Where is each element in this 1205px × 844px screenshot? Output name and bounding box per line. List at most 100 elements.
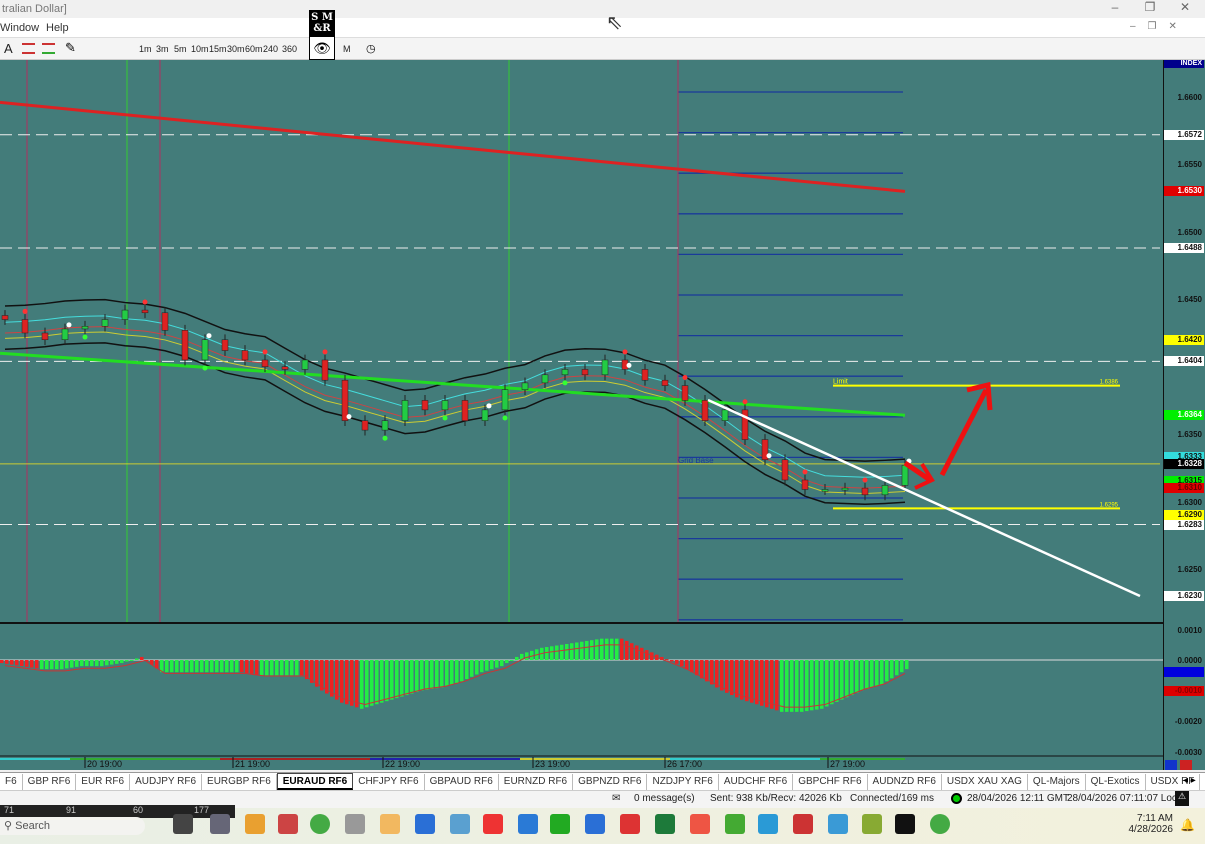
restore-button[interactable]: ❐ (1140, 0, 1160, 18)
grid-toggle-icon[interactable] (1165, 760, 1177, 770)
pen-tool-icon[interactable]: ✎ (65, 40, 76, 56)
chrome-icon-2[interactable] (930, 814, 950, 834)
archive-icon[interactable] (793, 814, 813, 834)
symbol-tab[interactable]: F6 (0, 774, 23, 790)
histogram-bar (35, 660, 39, 669)
text-tool-icon[interactable]: A (4, 41, 13, 56)
telegram-icon[interactable] (758, 814, 778, 834)
symbol-tab[interactable]: USDX XAU XAG (942, 774, 1028, 790)
grid-base-label: Grid Base (678, 456, 714, 465)
candle-body (301, 359, 309, 370)
symbol-tab[interactable]: GBPNZD RF6 (573, 774, 648, 790)
symbol-tab[interactable]: NZDJPY RF6 (647, 774, 719, 790)
signal-dot (622, 349, 628, 355)
clock[interactable]: 7:11 AM 4/28/2026 (1125, 813, 1174, 835)
notification-bell-icon[interactable]: 🔔 (1180, 818, 1195, 832)
histogram-bar (695, 660, 699, 676)
gmt-time: 28/04/2026 12:11 GMT (967, 793, 1070, 804)
symbol-tab[interactable]: Bitcoin (1200, 774, 1205, 790)
histogram-bar (785, 660, 789, 712)
tf-30m[interactable]: 30m (227, 44, 245, 54)
tab-scroll-arrows[interactable]: ◂ ▸ (1183, 775, 1196, 786)
window-title: tralian Dollar] (2, 3, 67, 15)
histogram-bar (340, 660, 344, 703)
price-tick-label: 1.6450 (1177, 295, 1202, 305)
symbol-tab[interactable]: GBPAUD RF6 (425, 774, 499, 790)
symbol-tab[interactable]: QL-Majors (1028, 774, 1086, 790)
notepad-icon[interactable] (415, 814, 435, 834)
tf-15m[interactable]: 15m (209, 44, 227, 54)
histogram-bar (470, 660, 474, 677)
clock-icon[interactable]: ◷ (366, 42, 376, 55)
w-app-icon[interactable] (862, 814, 882, 834)
fib-tool-icon[interactable] (22, 43, 35, 54)
task-view-icon[interactable] (173, 814, 193, 834)
close-button[interactable]: ✕ (1175, 0, 1195, 18)
symbol-tab[interactable]: CHFJPY RF6 (353, 774, 425, 790)
histogram-bar (75, 660, 79, 667)
histogram-bar (355, 660, 359, 708)
symbol-tab[interactable]: GBPCHF RF6 (793, 774, 868, 790)
tf-240[interactable]: 240 (263, 44, 278, 54)
tf-3m[interactable]: 3m (156, 44, 169, 54)
symbol-tab[interactable]: EUR RF6 (76, 774, 131, 790)
web-app-icon[interactable] (828, 814, 848, 834)
candle-body (541, 374, 549, 384)
histogram-bar (745, 660, 749, 702)
price-tick-label: 1.6350 (1177, 430, 1202, 440)
mdi-controls[interactable]: –❐✕ (1130, 21, 1189, 32)
histogram-bar (435, 660, 439, 689)
minimize-button[interactable]: – (1105, 0, 1125, 18)
symbol-tab[interactable]: GBP RF6 (23, 774, 77, 790)
pdf-icon[interactable] (620, 814, 640, 834)
menu-window[interactable]: Window (0, 22, 39, 34)
c-app-green-icon[interactable] (725, 814, 745, 834)
menu-help[interactable]: Help (46, 22, 69, 34)
tf-360[interactable]: 360 (282, 44, 297, 54)
mail-app-icon[interactable] (380, 814, 400, 834)
symbol-tab[interactable]: AUDCHF RF6 (719, 774, 794, 790)
tf-1m[interactable]: 1m (139, 44, 152, 54)
c-app-red-icon[interactable] (690, 814, 710, 834)
histogram-bar (600, 638, 604, 660)
time-label: 27 19:00 (830, 759, 865, 769)
chart-app-icon[interactable] (550, 814, 570, 834)
search-box[interactable]: ⚲ Search (0, 817, 145, 835)
histogram-bar (800, 660, 804, 712)
candle-body (161, 312, 169, 331)
excel-icon[interactable] (655, 814, 675, 834)
symbol-tab[interactable]: QL-Exotics (1086, 774, 1146, 790)
tf-monthly[interactable]: M (343, 44, 351, 54)
chrome-icon[interactable] (310, 814, 330, 834)
s-app-blue-icon[interactable] (518, 814, 538, 834)
tf-5m[interactable]: 5m (174, 44, 187, 54)
limit-label: Limit (833, 379, 848, 386)
remote-desktop-icon[interactable] (450, 814, 470, 834)
symbol-tab[interactable]: AUDNZD RF6 (868, 774, 942, 790)
eye-icon[interactable]: 👁 (309, 36, 335, 60)
panel-toggle-icon[interactable] (1180, 760, 1192, 770)
mail-icon[interactable]: ✉ (612, 793, 620, 804)
price-chart[interactable]: Limit 1.6386 Grid Base 1.6295 20 19:00 21 19:… (0, 60, 1205, 770)
file-explorer-icon[interactable] (245, 814, 265, 834)
trading-app-icon[interactable] (345, 814, 365, 834)
histogram-bar (245, 660, 249, 673)
symbol-tab[interactable]: EURAUD RF6 (276, 773, 354, 790)
alert-icon[interactable]: ⚠ (1175, 791, 1189, 806)
symbol-tab[interactable]: EURNZD RF6 (499, 774, 574, 790)
tf-10m[interactable]: 10m (191, 44, 209, 54)
smr-app-icon[interactable] (895, 814, 915, 834)
outlook-icon[interactable] (585, 814, 605, 834)
calculator-icon[interactable] (210, 814, 230, 834)
tf-60m[interactable]: 60m (245, 44, 263, 54)
symbol-tab[interactable]: AUDJPY RF6 (130, 774, 203, 790)
candle-body (521, 382, 529, 390)
symbol-tab[interactable]: EURGBP RF6 (202, 774, 277, 790)
histogram-bar (610, 638, 614, 660)
s-app-red-icon[interactable] (483, 814, 503, 834)
histogram-bar (365, 660, 369, 708)
candle-body (21, 319, 29, 334)
app-icon[interactable] (278, 814, 298, 834)
histogram-bar (715, 660, 719, 688)
levels-tool-icon[interactable] (42, 43, 55, 54)
